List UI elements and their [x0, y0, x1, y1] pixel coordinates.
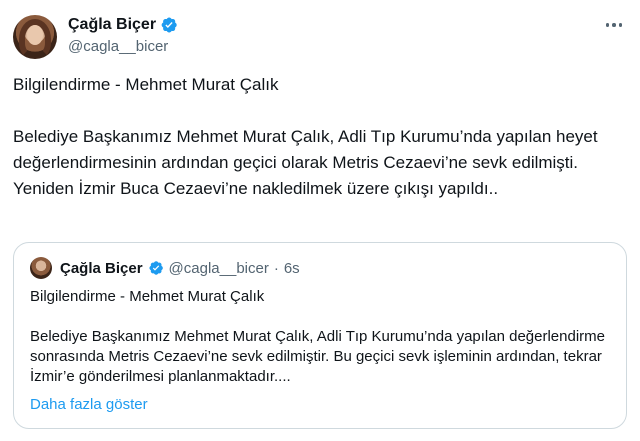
quoted-tweet-text: Bilgilendirme - Mehmet Murat Çalık Beled…: [30, 287, 610, 387]
show-more-link[interactable]: Daha fazla göster: [30, 396, 148, 413]
author-name-row: Çağla Biçer: [68, 16, 178, 34]
quoted-tweet-card[interactable]: Çağla Biçer @cagla__bicer · 6s Bilgilend…: [13, 242, 627, 429]
verified-badge-icon: [149, 261, 163, 275]
quoted-tweet-time[interactable]: 6s: [284, 260, 300, 277]
tweet-text: Bilgilendirme - Mehmet Murat Çalık Beled…: [13, 72, 623, 202]
author-display-name[interactable]: Çağla Biçer: [68, 16, 156, 34]
tweet-text-title: Bilgilendirme - Mehmet Murat Çalık: [13, 75, 279, 94]
quoted-author-avatar: [30, 257, 52, 279]
quoted-tweet-header: Çağla Biçer @cagla__bicer · 6s: [30, 256, 300, 280]
quoted-tweet-title: Bilgilendirme - Mehmet Murat Çalık: [30, 288, 265, 305]
more-options-icon[interactable]: [603, 18, 625, 32]
separator-dot: ·: [273, 259, 279, 277]
tweet-header: Çağla Biçer @cagla__bicer: [13, 10, 627, 60]
verified-badge-icon: [161, 17, 177, 33]
quoted-author-handle: @cagla__bicer: [168, 259, 269, 277]
quoted-tweet-body: Belediye Başkanımız Mehmet Murat Çalık, …: [30, 328, 606, 385]
quoted-author-display-name: Çağla Biçer: [60, 259, 143, 277]
tweet-text-body: Belediye Başkanımız Mehmet Murat Çalık, …: [13, 127, 598, 198]
author-avatar[interactable]: [13, 15, 57, 59]
author-handle[interactable]: @cagla__bicer: [68, 38, 168, 55]
